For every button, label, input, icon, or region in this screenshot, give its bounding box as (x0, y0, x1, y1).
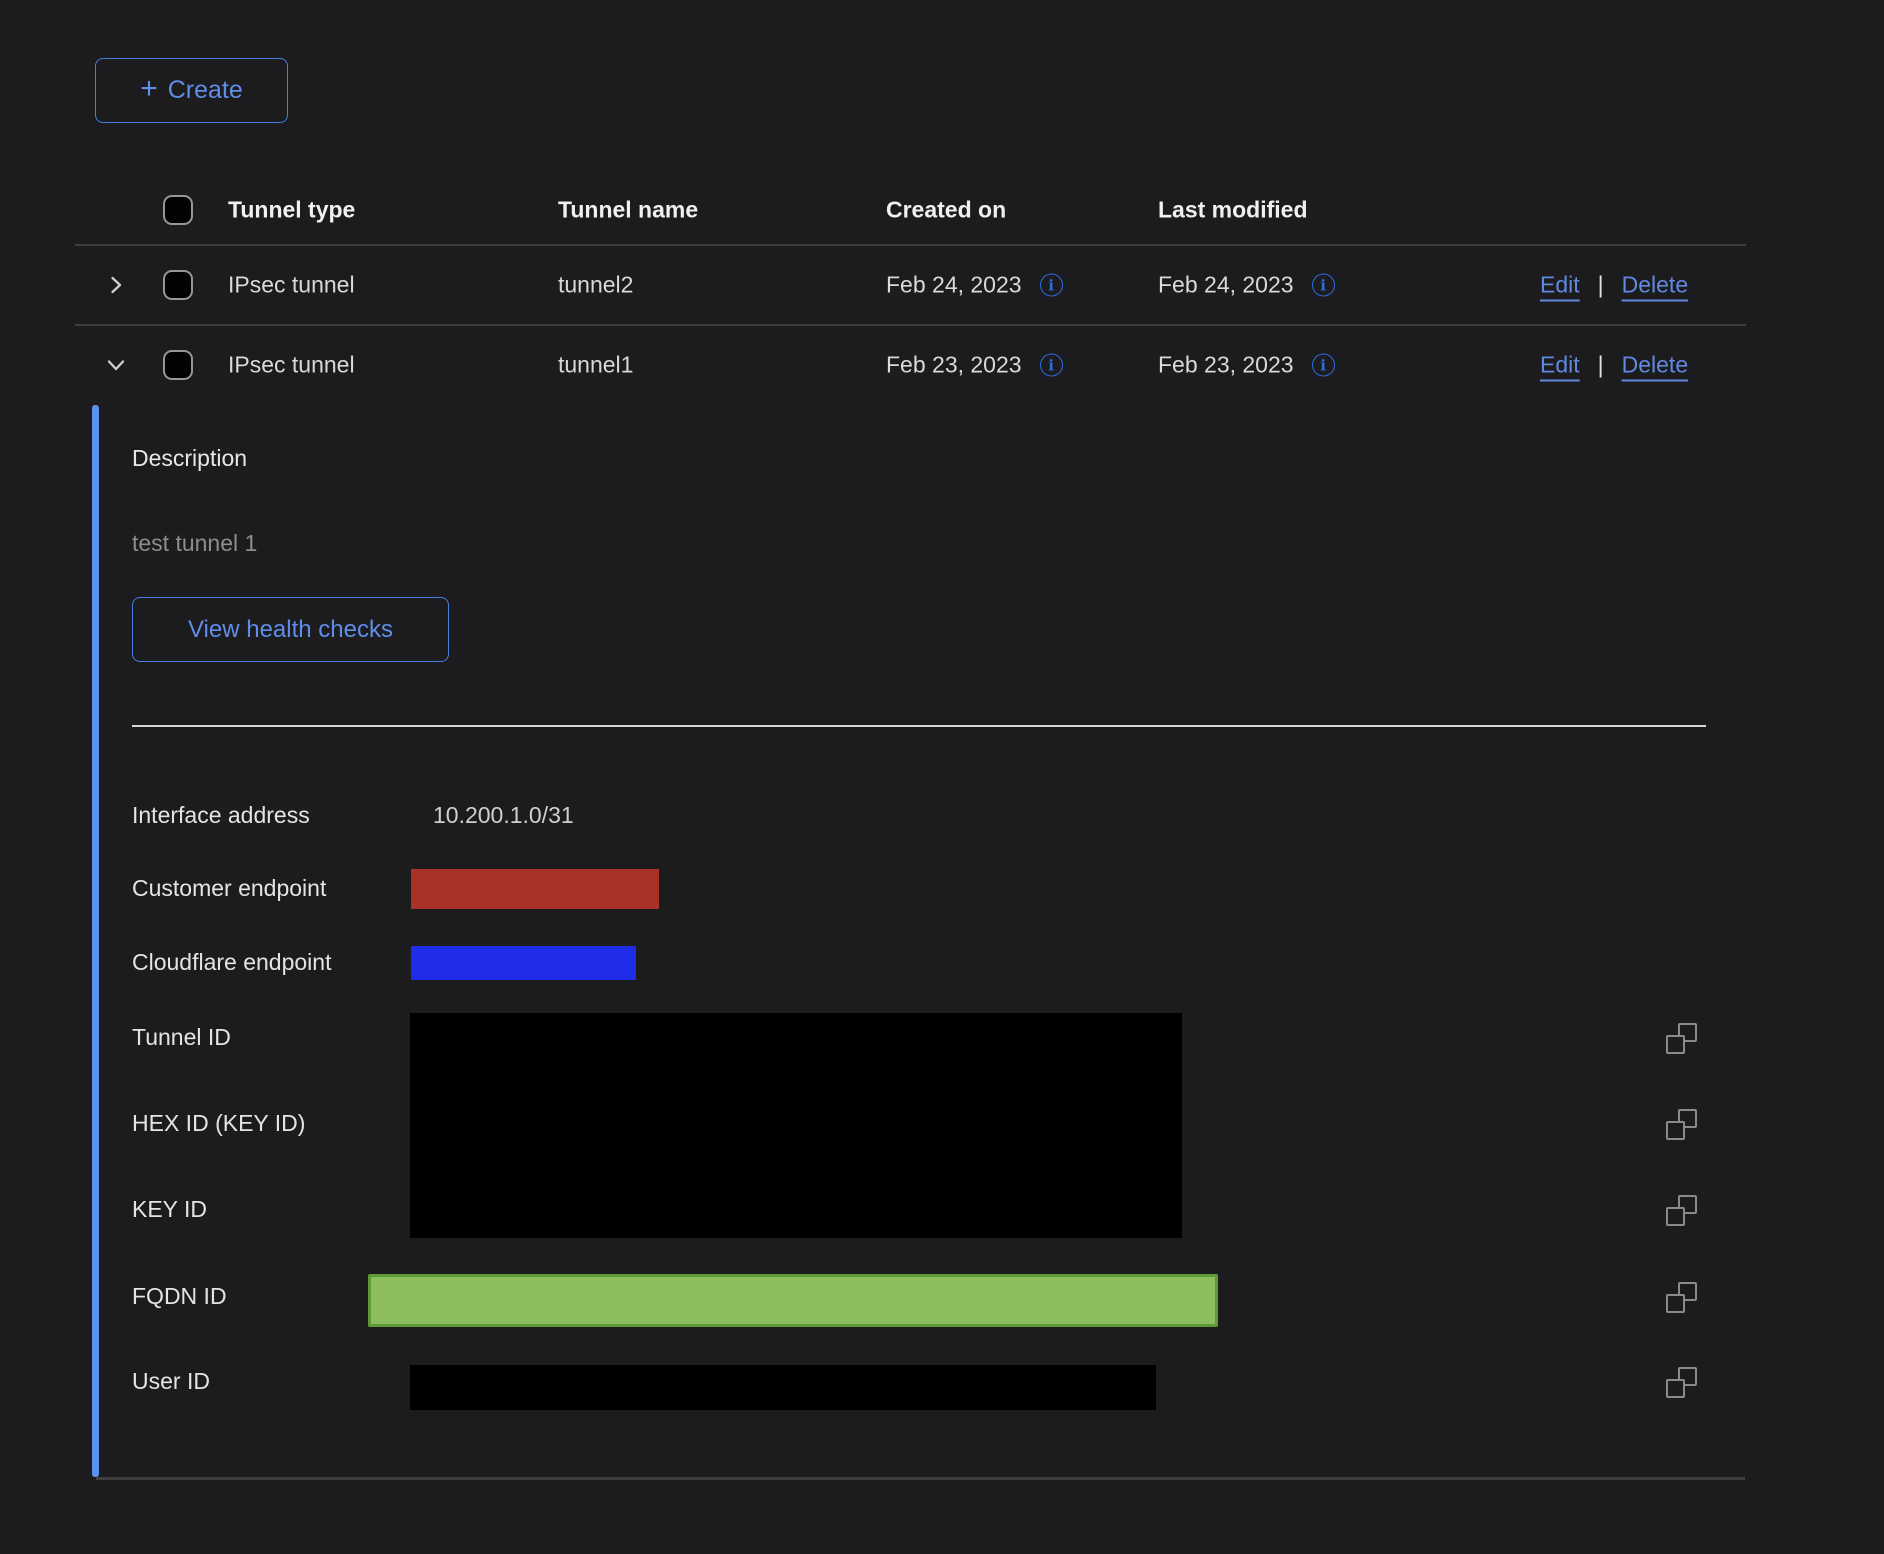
description-text: test tunnel 1 (132, 530, 257, 557)
copy-icon-front-square (1666, 1035, 1685, 1054)
copy-icon[interactable] (1666, 1367, 1697, 1398)
cloudflare-endpoint-label: Cloudflare endpoint (132, 949, 331, 976)
ids-redacted-block (410, 1013, 1182, 1238)
row-actions: Edit | Delete (1540, 352, 1688, 379)
action-separator: | (1598, 272, 1604, 299)
edit-link[interactable]: Edit (1540, 352, 1580, 379)
interface-address-label: Interface address (132, 802, 310, 829)
tunnel-type-cell: IPsec tunnel (228, 272, 355, 299)
user-id-label: User ID (132, 1368, 210, 1395)
last-modified-date: Feb 23, 2023 (1158, 352, 1294, 379)
create-button[interactable]: + Create (95, 58, 288, 123)
last-modified-cell: Feb 24, 2023 i (1158, 272, 1335, 299)
created-on-date: Feb 23, 2023 (886, 352, 1022, 379)
description-label: Description (132, 445, 247, 472)
plus-icon: + (140, 74, 158, 104)
tunnel-name-cell: tunnel2 (558, 272, 633, 299)
create-button-label: Create (168, 76, 243, 105)
tunnel-id-label: Tunnel ID (132, 1024, 231, 1051)
edit-link[interactable]: Edit (1540, 272, 1580, 299)
row-actions: Edit | Delete (1540, 272, 1688, 299)
copy-icon[interactable] (1666, 1195, 1697, 1226)
view-health-checks-button[interactable]: View health checks (132, 597, 449, 662)
table-row: IPsec tunnel tunnel1 Feb 23, 2023 i Feb … (0, 325, 1760, 405)
copy-icon[interactable] (1666, 1023, 1697, 1054)
delete-link[interactable]: Delete (1622, 272, 1688, 299)
row-checkbox[interactable] (163, 350, 193, 380)
info-icon[interactable]: i (1040, 274, 1063, 297)
table-row: IPsec tunnel tunnel2 Feb 24, 2023 i Feb … (0, 245, 1760, 325)
copy-icon-front-square (1666, 1379, 1685, 1398)
column-header-last-modified: Last modified (1158, 197, 1308, 224)
key-id-label: KEY ID (132, 1196, 207, 1223)
panel-bottom-divider (96, 1477, 1745, 1480)
chevron-down-icon[interactable] (104, 353, 128, 377)
copy-icon-front-square (1666, 1121, 1685, 1140)
row-checkbox[interactable] (163, 270, 193, 300)
delete-link[interactable]: Delete (1622, 352, 1688, 379)
last-modified-date: Feb 24, 2023 (1158, 272, 1294, 299)
info-icon[interactable]: i (1040, 354, 1063, 377)
tunnel-name-cell: tunnel1 (558, 352, 633, 379)
column-header-created-on: Created on (886, 197, 1006, 224)
tunnel-type-cell: IPsec tunnel (228, 352, 355, 379)
tunnels-page: + Create Tunnel type Tunnel name Created… (0, 0, 1884, 1554)
created-on-cell: Feb 23, 2023 i (886, 352, 1063, 379)
info-icon[interactable]: i (1312, 354, 1335, 377)
table-header-row: Tunnel type Tunnel name Created on Last … (0, 175, 1760, 245)
user-id-redacted-value (410, 1365, 1156, 1410)
created-on-date: Feb 24, 2023 (886, 272, 1022, 299)
select-all-checkbox[interactable] (163, 195, 193, 225)
expanded-row-indicator-bar (92, 405, 99, 1477)
copy-icon[interactable] (1666, 1282, 1697, 1313)
column-header-tunnel-type: Tunnel type (228, 197, 355, 224)
interface-address-value: 10.200.1.0/31 (433, 802, 574, 829)
action-separator: | (1598, 352, 1604, 379)
copy-icon[interactable] (1666, 1109, 1697, 1140)
section-divider (132, 725, 1706, 727)
last-modified-cell: Feb 23, 2023 i (1158, 352, 1335, 379)
copy-icon-front-square (1666, 1207, 1685, 1226)
fqdn-id-label: FQDN ID (132, 1283, 227, 1310)
customer-endpoint-redacted-value (411, 869, 659, 909)
info-icon[interactable]: i (1312, 274, 1335, 297)
created-on-cell: Feb 24, 2023 i (886, 272, 1063, 299)
hex-id-label: HEX ID (KEY ID) (132, 1110, 305, 1137)
cloudflare-endpoint-redacted-value (411, 946, 636, 980)
customer-endpoint-label: Customer endpoint (132, 875, 326, 902)
fqdn-id-redacted-value (368, 1274, 1218, 1327)
copy-icon-front-square (1666, 1294, 1685, 1313)
column-header-tunnel-name: Tunnel name (558, 197, 698, 224)
chevron-right-icon[interactable] (104, 273, 128, 297)
